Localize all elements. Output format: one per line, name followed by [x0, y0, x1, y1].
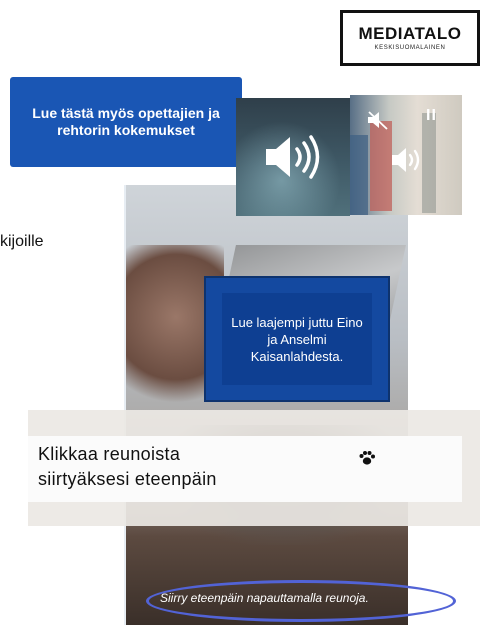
- audio-play-tile[interactable]: [236, 98, 350, 216]
- instruction-banner: Klikkaa reunoista siirtyäksesi eteenpäin: [28, 436, 462, 502]
- logo-name: MEDIATALO: [358, 24, 462, 43]
- speaker-icon: [392, 148, 420, 172]
- logo-subtitle: KESKISUOMALAINEN: [374, 45, 446, 51]
- teachers-experiences-link[interactable]: Lue tästä myös opettajien ja rehtorin ko…: [10, 77, 242, 167]
- story-link-label: Lue laajempi juttu Eino ja Anselmi Kaisa…: [222, 293, 372, 385]
- pause-icon[interactable]: II: [426, 107, 437, 125]
- cut-off-text: kijoille: [0, 233, 44, 250]
- teachers-link-label: Lue tästä myös opettajien ja rehtorin ko…: [32, 105, 220, 138]
- highlight-oval: [146, 580, 456, 622]
- image-edge: [124, 185, 126, 625]
- banner-text: Klikkaa reunoista siirtyäksesi eteenpäin: [38, 442, 217, 492]
- banner-line-2: siirtyäksesi eteenpäin: [38, 469, 217, 489]
- speaker-icon: [266, 135, 320, 179]
- read-more-story-link[interactable]: Lue laajempi juttu Eino ja Anselmi Kaisa…: [204, 276, 390, 402]
- banner-line-1: Klikkaa reunoista: [38, 444, 181, 464]
- video-tile[interactable]: II: [350, 95, 462, 215]
- story-image[interactable]: [124, 185, 408, 625]
- mute-icon[interactable]: [366, 109, 390, 131]
- mediatalo-logo: MEDIATALO KESKISUOMALAINEN: [340, 10, 480, 66]
- book-spine: [370, 121, 392, 211]
- paw-icon: [359, 451, 375, 465]
- book-spine: [350, 135, 368, 215]
